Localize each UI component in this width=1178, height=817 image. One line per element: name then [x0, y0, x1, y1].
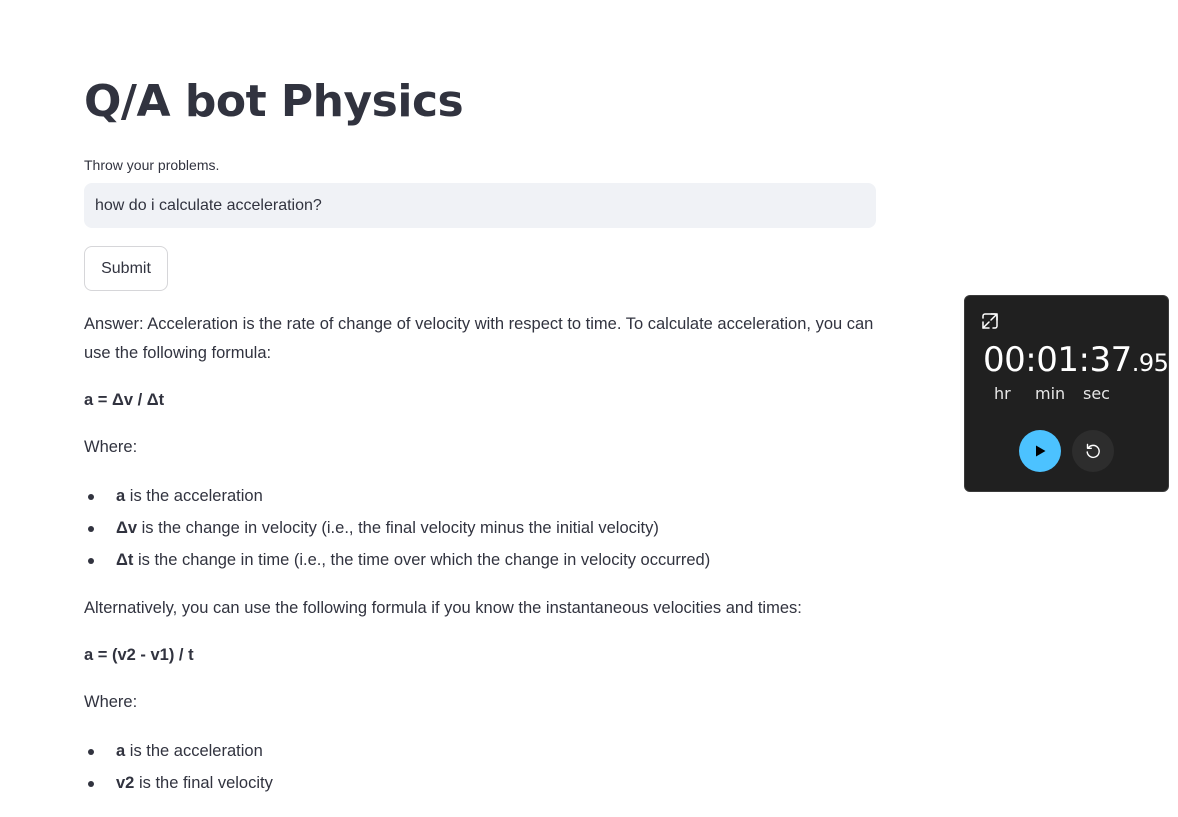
stopwatch-widget: 00:01:37.95 hr min sec — [964, 295, 1169, 492]
list-desc: is the final velocity — [134, 774, 273, 792]
list-term: Δv — [116, 519, 138, 537]
unit-hr: hr — [994, 384, 1011, 403]
formula-1: a = Δv / Δt — [84, 391, 165, 409]
page-title: Q/A bot Physics — [84, 76, 464, 127]
question-input[interactable] — [84, 183, 876, 228]
list-item: a is the acceleration — [88, 735, 876, 767]
list-item: a is the acceleration — [88, 480, 876, 512]
unit-sec: sec — [1083, 384, 1110, 403]
list-term: v2 — [116, 774, 135, 792]
reset-button[interactable] — [1072, 430, 1114, 472]
list-desc: is the change in velocity (i.e., the fin… — [137, 519, 659, 537]
list-term: Δt — [116, 551, 134, 569]
play-button[interactable] — [1019, 430, 1061, 472]
list-desc: is the acceleration — [125, 742, 263, 760]
input-label: Throw your problems. — [84, 157, 220, 173]
list-item: v2 is the final velocity — [88, 767, 876, 799]
variable-list-2: a is the acceleration v2 is the final ve… — [84, 735, 876, 799]
list-desc: is the change in time (i.e., the time ov… — [133, 551, 711, 569]
time-main: 00:01:37 — [983, 340, 1132, 380]
time-fraction: .95 — [1131, 349, 1169, 377]
answer-intro: Answer: Acceleration is the rate of chan… — [84, 315, 874, 362]
reset-icon — [1086, 443, 1100, 458]
where-label-2: Where: — [84, 693, 138, 711]
list-term: a — [116, 742, 126, 760]
list-item: Δt is the change in time (i.e., the time… — [88, 544, 876, 576]
answer-block: Answer: Acceleration is the rate of chan… — [84, 310, 876, 817]
variable-list-1: a is the acceleration Δv is the change i… — [84, 480, 876, 576]
list-desc: is the acceleration — [125, 487, 263, 505]
expand-icon[interactable] — [980, 311, 1000, 331]
formula-2: a = (v2 - v1) / t — [84, 646, 194, 664]
alternative-text: Alternatively, you can use the following… — [84, 599, 802, 617]
elapsed-time: 00:01:37.95 — [983, 340, 1169, 380]
where-label-1: Where: — [84, 438, 138, 456]
list-term: a — [116, 487, 126, 505]
list-item: Δv is the change in velocity (i.e., the … — [88, 512, 876, 544]
submit-button[interactable]: Submit — [84, 246, 168, 291]
unit-min: min — [1035, 384, 1066, 403]
play-icon — [1036, 445, 1046, 457]
